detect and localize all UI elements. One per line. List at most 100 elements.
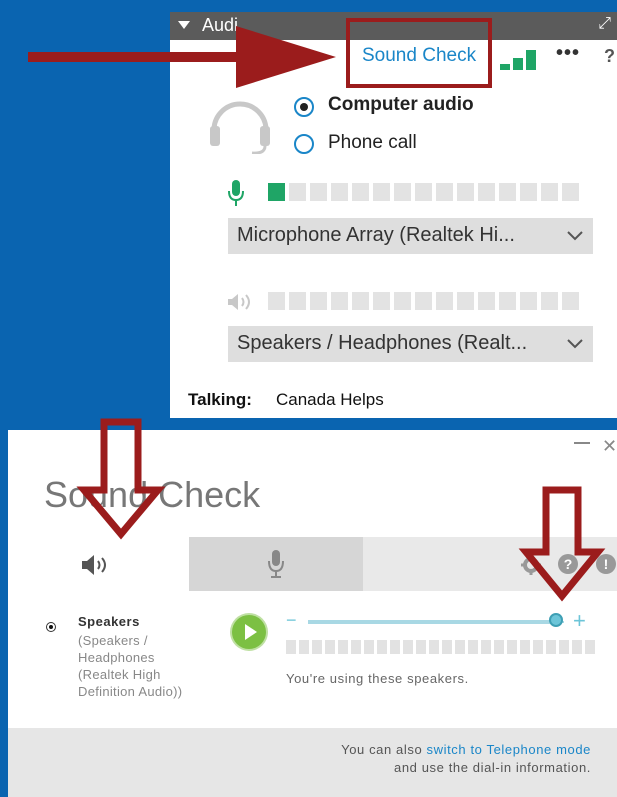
sound-check-dialog: ✕ Sound Check ? ! Speakers (Speakers / H… xyxy=(8,430,617,797)
level-segment xyxy=(455,640,465,654)
speaker-icon xyxy=(82,555,106,575)
level-segment xyxy=(559,640,569,654)
talking-participant: Canada Helps xyxy=(276,390,384,409)
level-segment xyxy=(289,292,306,310)
level-segment xyxy=(468,640,478,654)
level-segment xyxy=(403,640,413,654)
volume-slider-handle[interactable] xyxy=(549,613,564,627)
level-segment xyxy=(562,183,579,201)
help-icon[interactable]: ? xyxy=(604,46,615,67)
microphone-level-meter xyxy=(268,183,583,201)
microphone-select[interactable]: Microphone Array (Realtek Hi... xyxy=(228,218,593,254)
level-segment xyxy=(507,640,517,654)
level-segment xyxy=(499,183,516,201)
level-segment xyxy=(373,183,390,201)
level-segment xyxy=(520,183,537,201)
volume-increase-button[interactable]: + xyxy=(573,608,586,634)
level-segment xyxy=(268,183,285,201)
speaker-level-meter xyxy=(268,292,583,310)
close-icon[interactable]: ✕ xyxy=(602,436,617,457)
dialog-title: Sound Check xyxy=(44,474,261,515)
level-segment xyxy=(520,292,537,310)
level-segment xyxy=(494,640,504,654)
switch-to-telephone-link[interactable]: switch to Telephone mode xyxy=(427,742,591,757)
level-segment xyxy=(442,640,452,654)
level-segment xyxy=(373,292,390,310)
level-segment xyxy=(299,640,309,654)
speaker-select[interactable]: Speakers / Headphones (Realt... xyxy=(228,326,593,362)
microphone-icon xyxy=(268,550,284,578)
level-segment xyxy=(520,640,530,654)
level-segment xyxy=(352,292,369,310)
level-segment xyxy=(268,292,285,310)
level-segment xyxy=(436,183,453,201)
computer-audio-label[interactable]: Computer audio xyxy=(328,94,474,116)
minimize-icon[interactable] xyxy=(574,442,590,444)
level-segment xyxy=(572,640,582,654)
computer-audio-radio[interactable] xyxy=(294,97,314,117)
volume-slider-fill xyxy=(308,620,557,624)
talking-label: Talking: xyxy=(188,390,252,409)
level-segment xyxy=(312,640,322,654)
level-segment xyxy=(562,292,579,310)
level-segment xyxy=(478,183,495,201)
audio-panel-title: Audi xyxy=(202,15,239,35)
level-segment xyxy=(533,640,543,654)
level-segment xyxy=(364,640,374,654)
footer-line-1: You can also switch to Telephone mode xyxy=(341,742,591,757)
level-segment xyxy=(415,292,432,310)
level-segment xyxy=(331,292,348,310)
level-segment xyxy=(289,183,306,201)
level-segment xyxy=(338,640,348,654)
level-segment xyxy=(390,640,400,654)
level-segment xyxy=(310,183,327,201)
highlight-box-annotation xyxy=(346,18,492,88)
speaker-output-meter xyxy=(286,640,598,658)
level-segment xyxy=(310,292,327,310)
speakers-radio[interactable] xyxy=(46,622,56,632)
level-segment xyxy=(429,640,439,654)
level-segment xyxy=(478,292,495,310)
level-segment xyxy=(415,183,432,201)
help-icon[interactable]: ? xyxy=(558,554,578,574)
level-segment xyxy=(352,183,369,201)
footer-prefix-text: You can also xyxy=(341,742,427,757)
level-segment xyxy=(481,640,491,654)
level-segment xyxy=(457,292,474,310)
speaker-description: (Speakers / Headphones (Realtek High Def… xyxy=(78,633,183,699)
chevron-down-icon xyxy=(567,231,583,241)
level-segment xyxy=(377,640,387,654)
level-segment xyxy=(394,292,411,310)
level-segment xyxy=(499,292,516,310)
phone-call-radio[interactable] xyxy=(294,134,314,154)
level-segment xyxy=(436,292,453,310)
level-segment xyxy=(457,183,474,201)
chevron-down-icon xyxy=(567,339,583,349)
level-segment xyxy=(546,640,556,654)
collapse-triangle-icon[interactable] xyxy=(178,21,190,29)
connection-strength-icon xyxy=(500,50,540,70)
footer-line-2: and use the dial-in information. xyxy=(394,760,591,775)
level-segment xyxy=(394,183,411,201)
play-test-sound-button[interactable] xyxy=(232,615,266,649)
speaker-select-value: Speakers / Headphones (Realt... xyxy=(237,332,528,354)
volume-decrease-button[interactable]: − xyxy=(286,610,297,631)
level-segment xyxy=(286,640,296,654)
level-segment xyxy=(325,640,335,654)
headset-icon xyxy=(210,101,270,154)
level-segment xyxy=(585,640,595,654)
level-segment xyxy=(331,183,348,201)
status-text: You're using these speakers. xyxy=(286,671,469,686)
level-segment xyxy=(416,640,426,654)
phone-call-label[interactable]: Phone call xyxy=(328,132,417,154)
speaker-icon xyxy=(228,294,250,310)
info-icon[interactable]: ! xyxy=(596,554,616,574)
level-segment xyxy=(541,292,558,310)
microphone-select-value: Microphone Array (Realtek Hi... xyxy=(237,224,515,246)
expand-icon[interactable]: ⤢ xyxy=(598,15,611,33)
more-icon[interactable]: ••• xyxy=(556,42,580,65)
microphone-icon xyxy=(228,180,244,206)
level-segment xyxy=(351,640,361,654)
level-segment xyxy=(541,183,558,201)
gear-icon[interactable] xyxy=(520,554,542,576)
